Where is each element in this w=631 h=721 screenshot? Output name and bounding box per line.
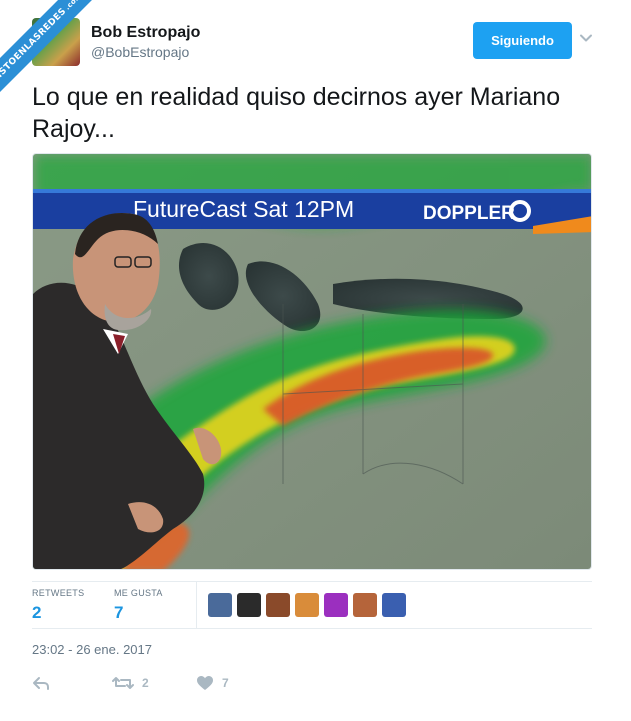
reply-button[interactable]	[32, 672, 50, 694]
banner-text: FutureCast Sat 12PM	[133, 196, 354, 222]
user-handle[interactable]: @BobEstropajo	[91, 44, 189, 60]
following-button[interactable]: Siguiendo	[473, 22, 572, 59]
tweet-actions: 2 7	[32, 672, 592, 696]
likes-stat[interactable]: ME GUSTA 7	[114, 588, 163, 623]
liker-avatar[interactable]	[295, 593, 319, 617]
liker-avatar[interactable]	[382, 593, 406, 617]
reply-icon	[33, 677, 49, 690]
like-action-count: 7	[222, 676, 229, 690]
liker-avatar[interactable]	[353, 593, 377, 617]
liker-avatar[interactable]	[324, 593, 348, 617]
stats-divider	[196, 582, 197, 628]
liker-avatar[interactable]	[208, 593, 232, 617]
likes-label: ME GUSTA	[114, 588, 163, 598]
tweet-media[interactable]: FutureCast Sat 12PM DOPPLER	[32, 153, 592, 570]
weather-map-image: FutureCast Sat 12PM DOPPLER	[33, 154, 591, 569]
likes-count[interactable]: 7	[114, 603, 163, 623]
retweet-icon	[112, 677, 134, 689]
tweet-timestamp[interactable]: 23:02 - 26 ene. 2017	[32, 642, 152, 657]
user-name[interactable]: Bob Estropajo	[91, 24, 200, 42]
like-button[interactable]: 7	[196, 672, 229, 694]
tweet-header: Bob Estropajo @BobEstropajo Siguiendo	[0, 0, 631, 80]
liker-avatar[interactable]	[266, 593, 290, 617]
retweets-count[interactable]: 2	[32, 603, 84, 623]
liker-avatar[interactable]	[237, 593, 261, 617]
retweets-stat[interactable]: RETWEETS 2	[32, 588, 84, 623]
retweet-action-count: 2	[142, 676, 149, 690]
tweet-stats: RETWEETS 2 ME GUSTA 7	[32, 581, 592, 629]
avatar[interactable]	[32, 18, 80, 66]
retweets-label: RETWEETS	[32, 588, 85, 598]
tweet-text: Lo que en realidad quiso decirnos ayer M…	[32, 83, 561, 143]
chevron-down-icon[interactable]	[578, 30, 594, 46]
retweet-button[interactable]: 2	[112, 672, 149, 694]
heart-icon	[197, 676, 213, 690]
doppler-logo: DOPPLER	[423, 203, 515, 224]
